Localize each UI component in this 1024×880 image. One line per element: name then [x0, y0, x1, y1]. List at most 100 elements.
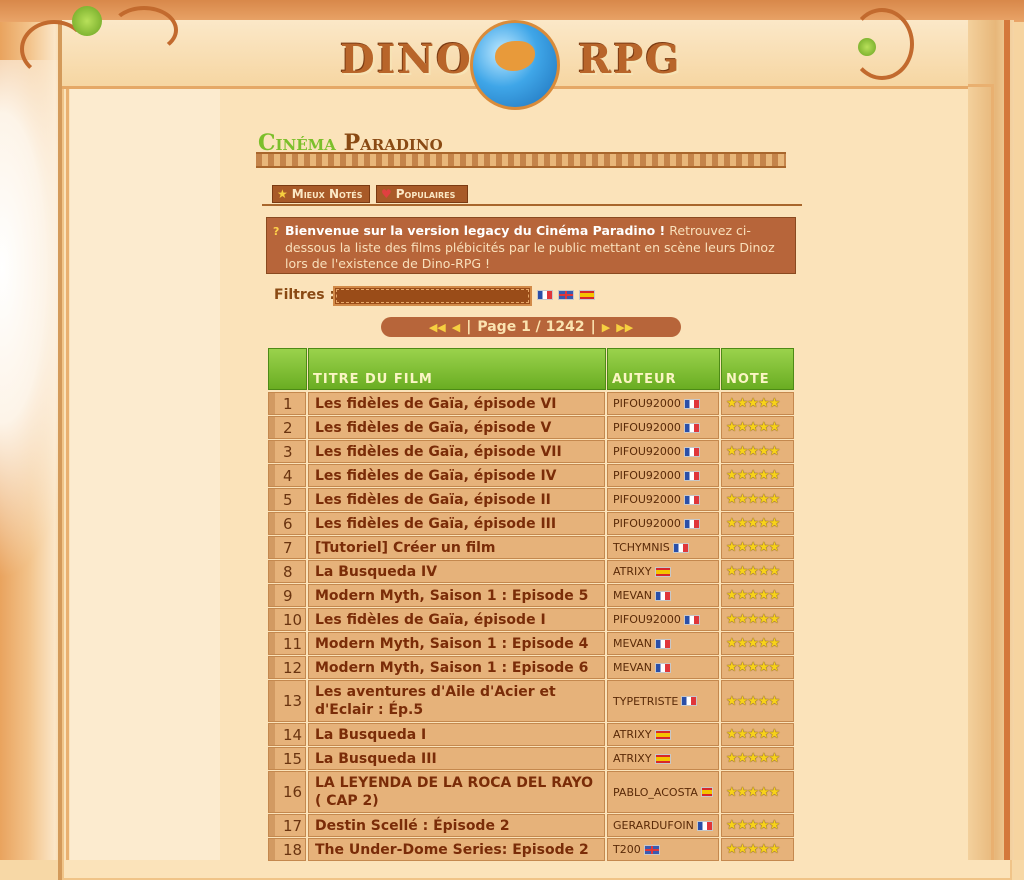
film-title-link[interactable]: Les fidèles de Gaïa, épisode I	[308, 608, 605, 631]
rating-stars-icon: ★★★★★	[726, 588, 780, 603]
film-title-link[interactable]: La Busqueda IV	[308, 560, 605, 583]
table-row[interactable]: 1 Les fidèles de Gaïa, épisode VI PIFOU920…	[268, 392, 794, 415]
logo-dino[interactable]: DINO	[340, 36, 473, 83]
film-title-link[interactable]: Les fidèles de Gaïa, épisode VII	[308, 440, 605, 463]
author-link[interactable]: MEVAN	[613, 589, 652, 602]
column-header-author[interactable]: AUTEUR	[607, 348, 720, 390]
author-link[interactable]: T200	[613, 843, 641, 856]
author-link[interactable]: GERARDUFOIN	[613, 819, 694, 832]
row-number: 13	[268, 680, 306, 722]
row-number: 8	[268, 560, 306, 583]
film-title-link[interactable]: Modern Myth, Saison 1 : Episode 6	[308, 656, 605, 679]
author-link[interactable]: PIFOU92000	[613, 397, 681, 410]
table-row[interactable]: 3 Les fidèles de Gaïa, épisode VII PIFOU92…	[268, 440, 794, 463]
author-cell: PIFOU92000	[607, 440, 719, 463]
column-header-note[interactable]: NOTE	[721, 348, 794, 390]
last-page-icon[interactable]: ▶▶	[616, 321, 633, 334]
author-link[interactable]: PIFOU92000	[613, 613, 681, 626]
table-row[interactable]: 5 Les fidèles de Gaïa, épisode II PIFOU920…	[268, 488, 794, 511]
table-row[interactable]: 4 Les fidèles de Gaïa, épisode IV PIFOU920…	[268, 464, 794, 487]
author-link[interactable]: PIFOU92000	[613, 421, 681, 434]
film-title-link[interactable]: Les fidèles de Gaïa, épisode VI	[308, 392, 605, 415]
author-link[interactable]: ATRIXY	[613, 752, 652, 765]
title-divider	[256, 152, 786, 168]
table-row[interactable]: 17 Destin Scellé : Épisode 2 GERARDUFOIN ★★…	[268, 814, 794, 837]
pager-sep: |	[590, 319, 596, 335]
table-row[interactable]: 15 La Busqueda III ATRIXY ★★★★★	[268, 747, 794, 770]
logo-globe-icon[interactable]	[470, 20, 560, 110]
author-link[interactable]: TCHYMNIS	[613, 541, 670, 554]
table-row[interactable]: 18 The Under-Dome Series: Episode 2 T200 ★★…	[268, 838, 794, 861]
film-title-link[interactable]: Les aventures d'Aile d'Acier et d'Eclair…	[308, 680, 605, 722]
rating-cell: ★★★★★	[721, 838, 794, 861]
author-link[interactable]: TYPETRISTE	[613, 695, 678, 708]
column-header-title[interactable]: TITRE DU FILM	[308, 348, 606, 390]
table-row[interactable]: 6 Les fidèles de Gaïa, épisode III PIFOU92…	[268, 512, 794, 535]
author-link[interactable]: PIFOU92000	[613, 493, 681, 506]
rating-cell: ★★★★★	[721, 656, 794, 679]
author-link[interactable]: ATRIXY	[613, 728, 652, 741]
film-title-link[interactable]: Destin Scellé : Épisode 2	[308, 814, 605, 837]
film-title-link[interactable]: LA LEYENDA DE LA ROCA DEL RAYO ( CAP 2)	[308, 771, 605, 813]
film-title-link[interactable]: Les fidèles de Gaïa, épisode II	[308, 488, 605, 511]
table-row[interactable]: 16 LA LEYENDA DE LA ROCA DEL RAYO ( CAP 2…	[268, 771, 794, 813]
flag-es-icon[interactable]	[579, 290, 595, 300]
filters-input[interactable]	[333, 286, 532, 306]
row-number: 18	[268, 838, 306, 861]
film-title-link[interactable]: La Busqueda III	[308, 747, 605, 770]
film-title-link[interactable]: [Tutoriel] Créer un film	[308, 536, 605, 559]
film-title-link[interactable]: Les fidèles de Gaïa, épisode III	[308, 512, 605, 535]
next-page-icon[interactable]: ▶	[602, 321, 610, 334]
rating-stars-icon: ★★★★★	[726, 444, 780, 459]
row-number: 15	[268, 747, 306, 770]
author-link[interactable]: PIFOU92000	[613, 445, 681, 458]
table-row[interactable]: 13 Les aventures d'Aile d'Acier et d'Ecla…	[268, 680, 794, 722]
leaf-icon	[858, 38, 876, 56]
prev-page-icon[interactable]: ◀	[452, 321, 460, 334]
row-number: 17	[268, 814, 306, 837]
author-link[interactable]: PIFOU92000	[613, 517, 681, 530]
author-link[interactable]: MEVAN	[613, 661, 652, 674]
tab-mieux-notes[interactable]: ★ Mieux Notés	[272, 185, 370, 203]
film-title-link[interactable]: La Busqueda I	[308, 723, 605, 746]
row-number: 16	[268, 771, 306, 813]
table-row[interactable]: 14 La Busqueda I ATRIXY ★★★★★	[268, 723, 794, 746]
tab-populaires[interactable]: ♥ Populaires	[376, 185, 468, 203]
column-header-num	[268, 348, 307, 390]
table-row[interactable]: 7 [Tutoriel] Créer un film TCHYMNIS ★★★★★	[268, 536, 794, 559]
rating-cell: ★★★★★	[721, 771, 794, 813]
author-cell: MEVAN	[607, 656, 719, 679]
author-link[interactable]: MEVAN	[613, 637, 652, 650]
flag-en-icon	[643, 844, 660, 855]
rating-cell: ★★★★★	[721, 608, 794, 631]
flag-fr-icon	[655, 590, 672, 601]
flag-fr-icon[interactable]	[537, 290, 553, 300]
table-row[interactable]: 10 Les fidèles de Gaïa, épisode I PIFOU920…	[268, 608, 794, 631]
star-icon: ★	[277, 187, 288, 201]
logo-rpg[interactable]: RPG	[578, 36, 681, 83]
table-row[interactable]: 12 Modern Myth, Saison 1 : Episode 6 MEVAN…	[268, 656, 794, 679]
author-link[interactable]: PIFOU92000	[613, 469, 681, 482]
flag-fr-icon	[683, 398, 700, 409]
row-number: 11	[268, 632, 306, 655]
rating-stars-icon: ★★★★★	[726, 420, 780, 435]
info-bold-text: Bienvenue sur la version legacy du Ciném…	[285, 223, 666, 238]
film-title-link[interactable]: Modern Myth, Saison 1 : Episode 4	[308, 632, 605, 655]
table-row[interactable]: 8 La Busqueda IV ATRIXY ★★★★★	[268, 560, 794, 583]
film-title-link[interactable]: The Under-Dome Series: Episode 2	[308, 838, 605, 861]
author-link[interactable]: PABLO_ACOSTA	[613, 786, 698, 799]
table-row[interactable]: 11 Modern Myth, Saison 1 : Episode 4 MEVAN…	[268, 632, 794, 655]
pagination: ◀◀ ◀ | Page 1 / 1242 | ▶ ▶▶	[381, 317, 681, 337]
flag-en-icon[interactable]	[558, 290, 574, 300]
flag-fr-icon	[655, 638, 672, 649]
author-link[interactable]: ATRIXY	[613, 565, 652, 578]
film-title-link[interactable]: Modern Myth, Saison 1 : Episode 5	[308, 584, 605, 607]
author-cell: ATRIXY	[607, 723, 719, 746]
table-row[interactable]: 9 Modern Myth, Saison 1 : Episode 5 MEVAN ★…	[268, 584, 794, 607]
first-page-icon[interactable]: ◀◀	[429, 321, 446, 334]
rating-cell: ★★★★★	[721, 512, 794, 535]
film-title-link[interactable]: Les fidèles de Gaïa, épisode V	[308, 416, 605, 439]
table-row[interactable]: 2 Les fidèles de Gaïa, épisode V PIFOU9200…	[268, 416, 794, 439]
film-title-link[interactable]: Les fidèles de Gaïa, épisode IV	[308, 464, 605, 487]
rating-stars-icon: ★★★★★	[726, 842, 780, 857]
